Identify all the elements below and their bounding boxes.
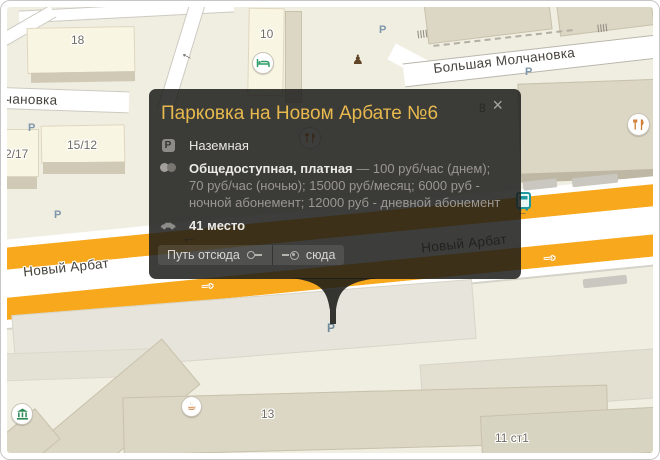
gate-icon: ||||: [596, 22, 608, 32]
route-a-icon: [247, 251, 255, 259]
cafe-icon[interactable]: ☕: [181, 396, 202, 417]
route-to-here-button[interactable]: сюда: [272, 245, 345, 265]
coins-glyph: [160, 162, 176, 173]
hotel-icon[interactable]: [252, 52, 274, 74]
close-icon[interactable]: ×: [490, 94, 505, 116]
street-label-molchanovka-partial: чановка: [5, 91, 58, 107]
balloon-row-access: Общедоступная, платная — 100 руб/час (дн…: [149, 157, 521, 214]
parking-marker[interactable]: P: [379, 24, 386, 36]
capacity-label: 41 место: [189, 217, 245, 234]
balloon-tail: [289, 278, 381, 328]
route-from-here-button[interactable]: Путь отсюда: [158, 245, 272, 265]
p-square-glyph: P: [162, 139, 175, 152]
map-widget: |||| |||| чановка Большая Молчановка Нов…: [0, 0, 660, 460]
coins-icon: [160, 162, 176, 173]
parking-type-icon: P: [160, 139, 176, 152]
gate-icon: ||||: [416, 28, 428, 38]
parking-marker[interactable]: P: [54, 209, 61, 221]
museum-icon[interactable]: [11, 403, 33, 425]
parking-marker[interactable]: P: [525, 66, 532, 78]
car-glyph: [160, 219, 176, 231]
building-label: 15/12: [67, 138, 97, 152]
parking-dash: [583, 275, 628, 289]
balloon-title: Парковка на Новом Арбате №6: [149, 89, 521, 125]
route-b-icon: [290, 251, 299, 260]
building-label: 10: [260, 27, 273, 41]
building-2-17-shadow: [1, 177, 37, 189]
fork-knife-glyph: [632, 118, 645, 131]
access-bold: Общедоступная, платная: [189, 161, 353, 176]
car-icon: [160, 219, 176, 231]
monument-icon[interactable]: ♟: [352, 52, 364, 68]
building-label: 2/17: [5, 147, 28, 161]
route-from-label: Путь отсюда: [167, 248, 240, 262]
building-18-shadow: [31, 71, 135, 83]
access-text: Общедоступная, платная — 100 руб/час (дн…: [189, 160, 507, 211]
columns-glyph: [16, 408, 29, 420]
route-buttons: Путь отсюда сюда: [158, 245, 344, 265]
restaurant-icon[interactable]: [627, 113, 650, 136]
lane-arrow-icon: →: [540, 245, 559, 266]
map-canvas[interactable]: |||| |||| чановка Большая Молчановка Нов…: [1, 1, 659, 459]
balloon-row-type: P Наземная: [149, 134, 521, 157]
bed-glyph: [256, 56, 270, 70]
parking-info-balloon: Парковка на Новом Арбате №6 × P Наземная…: [149, 89, 521, 279]
cup-glyph: ☕: [187, 400, 197, 413]
building-15-12-shadow: [43, 162, 125, 174]
route-to-label: сюда: [306, 248, 336, 262]
parking-marker[interactable]: P: [28, 122, 35, 134]
building-label: 11 ст1: [495, 431, 529, 445]
balloon-rows: P Наземная Общедоступная, платная — 100 …: [149, 134, 521, 237]
building-label: 13: [261, 407, 274, 421]
parking-type-label: Наземная: [189, 137, 249, 154]
balloon-row-capacity: 41 место: [149, 214, 521, 237]
building-label: 18: [71, 33, 84, 47]
